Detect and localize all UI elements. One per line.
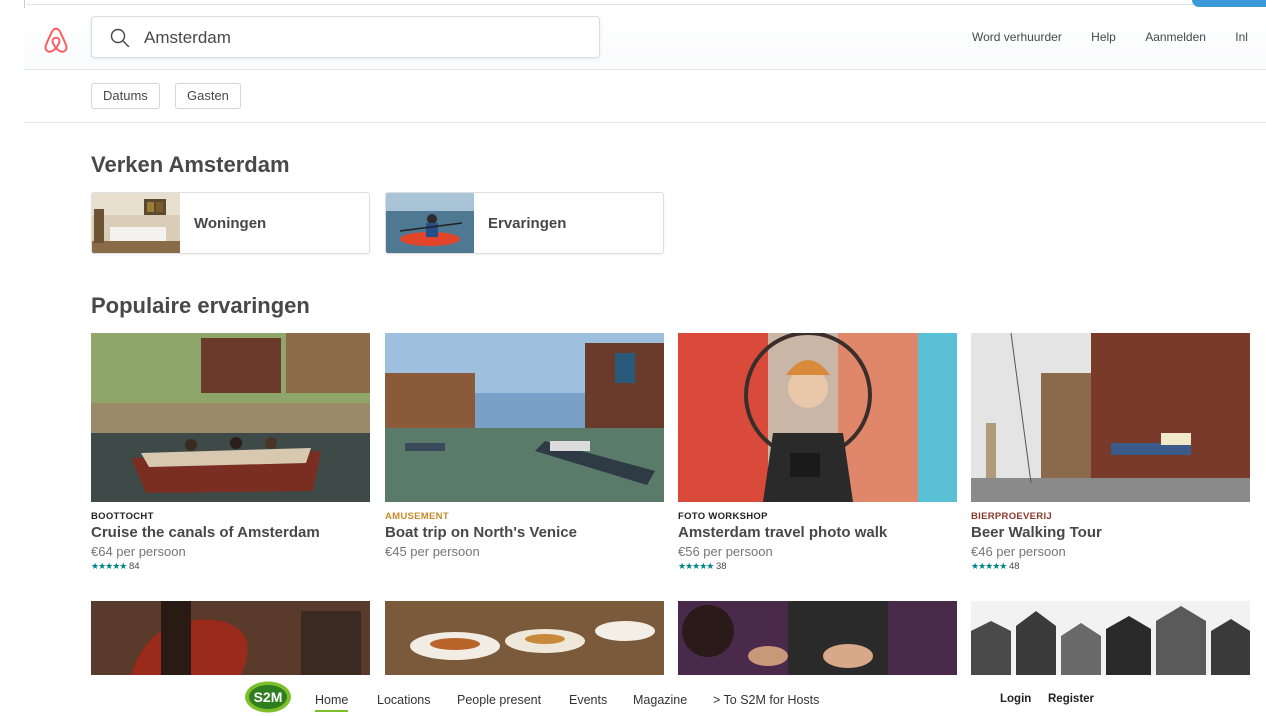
- footer-nav-hosts-link[interactable]: > To S2M for Hosts: [713, 693, 819, 707]
- top-right-accent: [1192, 0, 1266, 7]
- experience-price: €56 per persoon: [678, 544, 773, 559]
- footer-login-link[interactable]: Login: [1000, 693, 1031, 705]
- filter-guests-button[interactable]: Gasten: [175, 83, 241, 109]
- experience-price: €46 per persoon: [971, 544, 1066, 559]
- rating-stars-icon: ★★★★★: [678, 561, 714, 571]
- s2m-logo-icon[interactable]: S2M: [244, 681, 292, 713]
- explore-tile-homes[interactable]: Woningen: [91, 192, 370, 254]
- experience-title[interactable]: Amsterdam travel photo walk: [678, 524, 957, 541]
- rating-stars-icon: ★★★★★: [91, 561, 127, 571]
- experience-title[interactable]: Beer Walking Tour: [971, 524, 1250, 541]
- search-bar[interactable]: [91, 16, 600, 58]
- experience-card-image-canal-houses[interactable]: [971, 601, 1250, 675]
- filter-bar: Datums Gasten: [24, 70, 1266, 123]
- nav-signup[interactable]: Aanmelden: [1145, 30, 1206, 44]
- experience-card[interactable]: AMUSEMENT Boat trip on North's Venice €4…: [385, 333, 664, 559]
- nav-become-host[interactable]: Word verhuurder: [972, 30, 1062, 44]
- experience-image-canal-cruise: [91, 333, 370, 502]
- experience-card[interactable]: BOOTTOCHT Cruise the canals of Amsterdam…: [91, 333, 370, 572]
- search-input[interactable]: [144, 26, 584, 50]
- experiences-thumbnail: [386, 193, 474, 253]
- review-count: 84: [128, 561, 140, 572]
- experience-price: €64 per persoon: [91, 544, 186, 559]
- experience-rating: ★★★★★ 48: [971, 561, 1250, 572]
- explore-heading: Verken Amsterdam: [91, 152, 290, 177]
- explore-tile-experiences-label: Ervaringen: [488, 215, 567, 232]
- footer-nav-home[interactable]: Home: [315, 693, 349, 712]
- experience-title[interactable]: Boat trip on North's Venice: [385, 524, 664, 541]
- browser-top-edge: [0, 0, 1266, 8]
- experience-category: AMUSEMENT: [385, 511, 449, 522]
- footer-nav-people-present[interactable]: People present: [457, 693, 541, 707]
- experience-image-photo-walk: [678, 333, 957, 502]
- experience-category: FOTO WORKSHOP: [678, 511, 768, 522]
- explore-tile-experiences[interactable]: Ervaringen: [385, 192, 664, 254]
- experience-image-canal-boats: [385, 333, 664, 502]
- footer-register-link[interactable]: Register: [1048, 693, 1094, 705]
- experience-image-beer-street: [971, 333, 1250, 502]
- review-count: 38: [715, 561, 727, 572]
- airbnb-logo-icon[interactable]: [42, 26, 70, 54]
- s2m-footer-bar: S2M Home Locations People present Events…: [0, 675, 1266, 716]
- homes-thumbnail: [92, 193, 180, 253]
- experience-title[interactable]: Cruise the canals of Amsterdam: [91, 524, 370, 541]
- experience-card-image-cooking[interactable]: [678, 601, 957, 675]
- experience-card-image-guitar[interactable]: [91, 601, 370, 675]
- footer-nav-events[interactable]: Events: [569, 693, 607, 707]
- search-icon: [110, 28, 130, 48]
- popular-heading: Populaire ervaringen: [91, 293, 310, 318]
- experience-rating: ★★★★★ 84: [91, 561, 370, 572]
- s2m-logo-text: S2M: [254, 689, 283, 705]
- footer-nav-locations[interactable]: Locations: [377, 693, 431, 707]
- top-edge-line: [24, 4, 1194, 5]
- explore-tile-homes-label: Woningen: [194, 215, 267, 232]
- experience-card[interactable]: FOTO WORKSHOP Amsterdam travel photo wal…: [678, 333, 957, 572]
- review-count: 48: [1008, 561, 1020, 572]
- experience-card-image-food[interactable]: [385, 601, 664, 675]
- filter-dates-button[interactable]: Datums: [91, 83, 160, 109]
- experience-rating: ★★★★★ 38: [678, 561, 957, 572]
- footer-nav-magazine[interactable]: Magazine: [633, 693, 687, 707]
- nav-help[interactable]: Help: [1091, 30, 1116, 44]
- experience-card[interactable]: BIERPROEVERIJ Beer Walking Tour €46 per …: [971, 333, 1250, 572]
- nav-login[interactable]: Inl: [1235, 30, 1248, 44]
- header-nav: Word verhuurder Help Aanmelden Inl: [972, 30, 1266, 44]
- site-header: Word verhuurder Help Aanmelden Inl: [24, 8, 1266, 70]
- experience-category: BIERPROEVERIJ: [971, 511, 1052, 522]
- experience-category: BOOTTOCHT: [91, 511, 154, 522]
- experience-price: €45 per persoon: [385, 544, 480, 559]
- rating-stars-icon: ★★★★★: [971, 561, 1007, 571]
